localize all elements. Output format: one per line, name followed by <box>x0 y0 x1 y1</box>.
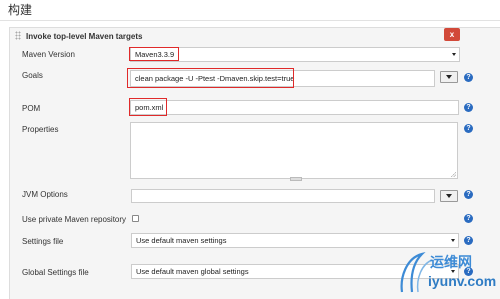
watermark-text: 运维网 <box>430 254 472 270</box>
help-icon[interactable]: ? <box>464 236 473 245</box>
pom-input[interactable]: pom.xml <box>130 100 459 115</box>
section-divider <box>0 20 500 21</box>
goals-input[interactable]: clean package -U -Ptest -Dmaven.skip.tes… <box>130 70 435 87</box>
help-icon[interactable]: ? <box>464 73 473 82</box>
properties-textarea[interactable] <box>130 122 458 181</box>
global-settings-file-value: Use default maven global settings <box>136 267 249 276</box>
section-title: 构建 <box>8 3 33 17</box>
help-icon[interactable]: ? <box>464 214 473 223</box>
pom-value: pom.xml <box>135 103 164 112</box>
maven-version-value: Maven3.3.9 <box>135 50 175 59</box>
jvm-options-label: JVM Options <box>22 190 68 199</box>
pom-label: POM <box>22 104 41 113</box>
delete-step-button[interactable]: x <box>444 28 460 41</box>
expand-icon <box>446 194 452 198</box>
goals-label: Goals <box>22 71 43 80</box>
chevron-down-icon <box>452 53 456 56</box>
resize-corner-icon[interactable] <box>451 172 456 177</box>
settings-file-select[interactable]: Use default maven settings <box>131 233 459 248</box>
private-repo-label: Use private Maven repository <box>22 215 127 224</box>
maven-version-label: Maven Version <box>22 50 75 59</box>
resize-handle[interactable] <box>290 177 302 181</box>
watermark-url: iyunv.com <box>428 273 497 289</box>
watermark-logo: 运维网 iyunv.com <box>396 248 500 297</box>
help-icon[interactable]: ? <box>464 190 473 199</box>
chevron-down-icon <box>451 239 455 242</box>
settings-file-value: Use default maven settings <box>136 236 227 245</box>
properties-label: Properties <box>22 125 59 134</box>
expand-jvm-options-button[interactable] <box>440 190 458 202</box>
help-icon[interactable]: ? <box>464 124 473 133</box>
maven-version-select[interactable]: Maven3.3.9 <box>130 47 460 62</box>
global-settings-file-label: Global Settings file <box>22 268 89 277</box>
help-icon[interactable]: ? <box>464 103 473 112</box>
expand-icon <box>446 75 452 79</box>
build-step-title: Invoke top-level Maven targets <box>26 32 143 41</box>
jvm-options-input[interactable] <box>131 189 435 203</box>
expand-goals-button[interactable] <box>440 71 458 83</box>
drag-handle-icon[interactable] <box>15 31 21 40</box>
private-repo-checkbox[interactable] <box>132 215 139 222</box>
goals-value: clean package -U -Ptest -Dmaven.skip.tes… <box>135 74 295 83</box>
settings-file-label: Settings file <box>22 237 64 246</box>
